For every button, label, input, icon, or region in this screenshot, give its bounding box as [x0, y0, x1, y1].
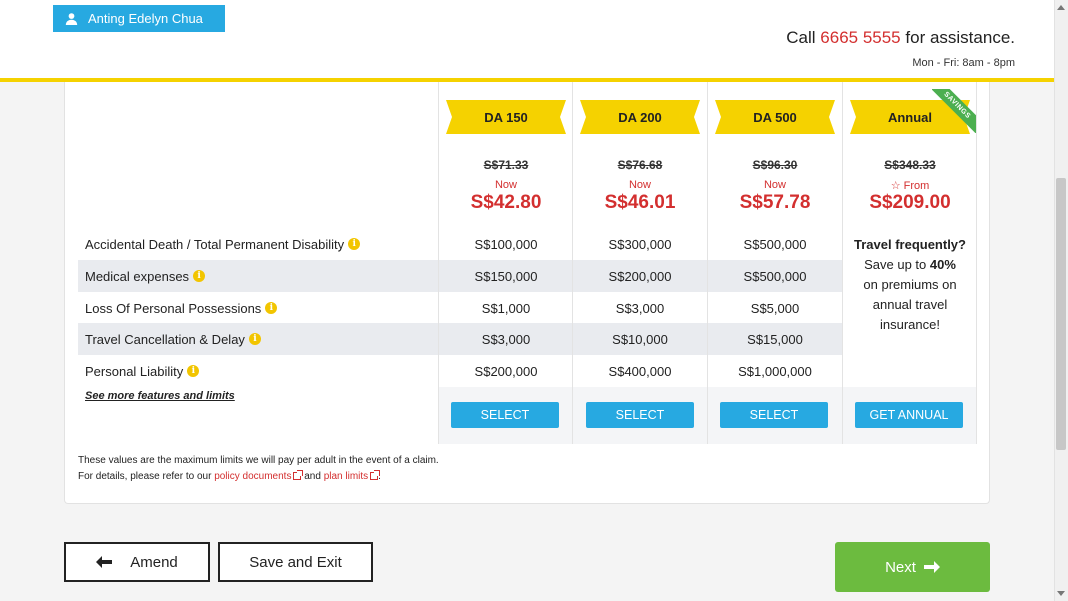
- save-and-exit-button[interactable]: Save and Exit: [218, 542, 373, 582]
- plan-column-annual: Annual SAVINGS S$348.33 ☆ From S$209.00 …: [842, 82, 977, 444]
- annual-promo-text: Travel frequently? Save up to 40% on pre…: [854, 237, 966, 332]
- coverage-value: S$1,000: [481, 300, 531, 316]
- select-da150-button[interactable]: SELECT: [451, 402, 559, 428]
- old-price: S$76.68: [617, 158, 663, 172]
- coverage-value: S$15,000: [747, 331, 803, 347]
- row-label: Travel Cancellation & Delay: [85, 331, 245, 347]
- coverage-value: S$200,000: [608, 268, 672, 284]
- plan-name: DA 500: [715, 100, 835, 134]
- next-label: Next: [885, 558, 916, 576]
- now-label: Now: [494, 179, 517, 191]
- coverage-value: S$500,000: [743, 236, 807, 252]
- coverage-value: S$1,000,000: [738, 363, 812, 379]
- page-scrollbar[interactable]: [1054, 0, 1068, 601]
- scroll-thumb[interactable]: [1056, 178, 1066, 450]
- coverage-value: S$500,000: [743, 268, 807, 284]
- plan-name: DA 150: [446, 100, 566, 134]
- coverage-value: S$100,000: [474, 236, 538, 252]
- amend-button[interactable]: Amend: [64, 542, 210, 582]
- office-hours: Mon - Fri: 8am - 8pm: [912, 57, 1015, 69]
- external-link-icon: [293, 470, 304, 480]
- old-price: S$348.33: [884, 158, 936, 172]
- coverage-value: S$3,000: [615, 300, 665, 316]
- select-da500-button[interactable]: SELECT: [720, 402, 828, 428]
- coverage-value: S$10,000: [612, 331, 668, 347]
- plan-column-da150: DA 150 S$71.33 Now S$42.80 S$100,000 S$1…: [438, 82, 572, 444]
- row-label: Accidental Death / Total Permanent Disab…: [85, 236, 345, 252]
- plan-price: S$209.00: [869, 192, 951, 213]
- plan-price: S$46.01: [604, 192, 676, 213]
- old-price: S$96.30: [752, 158, 798, 172]
- user-account-button[interactable]: Anting Edelyn Chua: [53, 5, 225, 32]
- policy-documents-link[interactable]: policy documents: [214, 470, 304, 482]
- plan-price: S$42.80: [470, 192, 542, 213]
- see-more-features-link[interactable]: See more features and limits: [85, 390, 235, 402]
- promo-headline: Travel frequently?: [854, 237, 966, 252]
- promo-percent: 40%: [929, 257, 956, 272]
- scroll-down-icon[interactable]: [1057, 591, 1065, 596]
- plan-column-da500: DA 500 S$96.30 Now S$57.78 S$500,000 S$5…: [707, 82, 841, 444]
- plan-price: S$57.78: [739, 192, 811, 213]
- arrow-left-icon: [96, 556, 113, 568]
- scroll-up-icon[interactable]: [1057, 5, 1065, 10]
- plan-name: DA 200: [580, 100, 700, 134]
- info-icon[interactable]: i: [265, 302, 278, 314]
- assistance-prefix: Call: [786, 28, 816, 47]
- get-annual-button[interactable]: GET ANNUAL: [855, 402, 963, 428]
- assistance-text: Call 6665 5555 for assistance.: [786, 28, 1015, 48]
- coverage-value: S$300,000: [608, 236, 672, 252]
- external-link-icon: [370, 470, 381, 480]
- assistance-suffix: for assistance.: [905, 28, 1015, 47]
- coverage-value: S$3,000: [481, 331, 531, 347]
- star-icon: ☆: [890, 180, 904, 192]
- limits-notes: These values are the maximum limits we w…: [78, 453, 439, 485]
- coverage-value: S$200,000: [474, 363, 538, 379]
- plan-limits-link[interactable]: plan limits: [324, 470, 381, 482]
- info-icon[interactable]: i: [187, 365, 200, 377]
- next-button[interactable]: Next: [835, 542, 990, 592]
- from-label: ☆ From: [890, 180, 930, 192]
- notes-line-1: These values are the maximum limits we w…: [78, 455, 439, 466]
- now-label: Now: [628, 179, 651, 191]
- old-price: S$71.33: [483, 158, 529, 172]
- amend-label: Amend: [130, 553, 178, 571]
- savings-badge: SAVINGS: [932, 89, 976, 133]
- user-name: Anting Edelyn Chua: [88, 11, 203, 26]
- arrow-right-icon: [923, 561, 940, 573]
- savings-label: SAVINGS: [932, 89, 976, 133]
- info-icon[interactable]: i: [193, 270, 206, 282]
- info-icon[interactable]: i: [348, 238, 361, 250]
- row-label: Loss Of Personal Possessions: [85, 300, 262, 316]
- select-da200-button[interactable]: SELECT: [586, 402, 694, 428]
- row-label: Medical expenses: [85, 268, 190, 284]
- coverage-value: S$5,000: [750, 300, 800, 316]
- info-icon[interactable]: i: [248, 333, 261, 345]
- now-label: Now: [763, 179, 786, 191]
- coverage-value: S$400,000: [608, 363, 672, 379]
- plan-columns: DA 150 S$71.33 Now S$42.80 S$100,000 S$1…: [438, 82, 977, 444]
- notes-line-2: For details, please refer to our policy …: [78, 470, 381, 482]
- coverage-value: S$150,000: [474, 268, 538, 284]
- user-icon: [65, 13, 78, 25]
- plan-column-da200: DA 200 S$76.68 Now S$46.01 S$300,000 S$2…: [572, 82, 706, 444]
- row-label: Personal Liability: [85, 363, 184, 379]
- assistance-phone[interactable]: 6665 5555: [820, 28, 900, 47]
